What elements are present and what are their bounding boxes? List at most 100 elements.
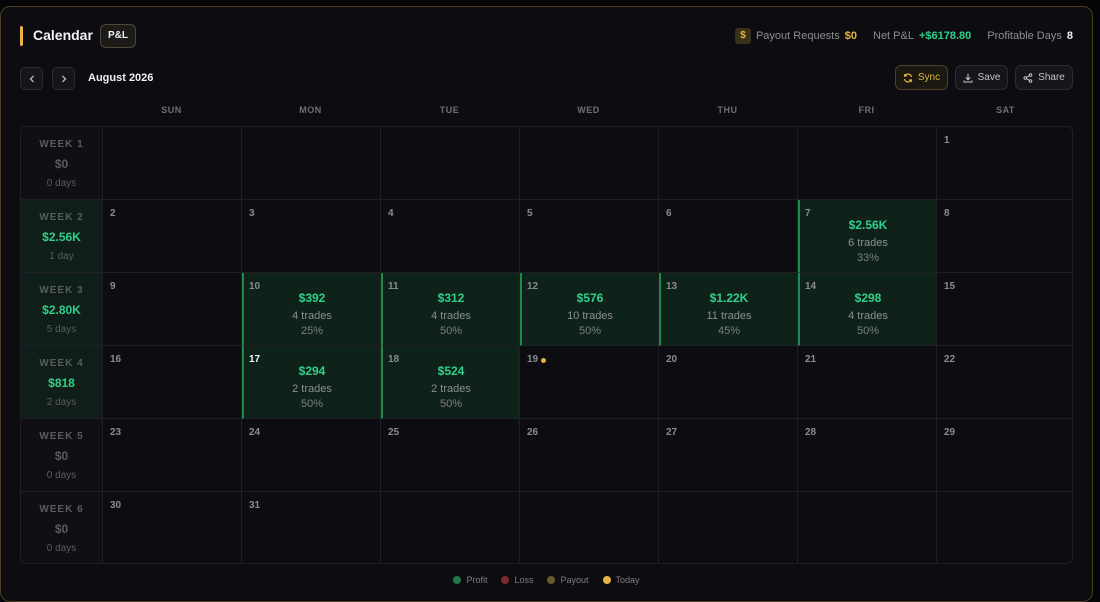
calendar-panel: Calendar P&L $ Payout Requests $0 Net P&… — [0, 6, 1093, 602]
week-summary-4[interactable]: WEEK 4 $818 2 days — [21, 346, 103, 419]
week-amount: $818 — [48, 376, 75, 390]
week-label: WEEK 5 — [39, 431, 84, 442]
day-number: 23 — [110, 427, 122, 438]
week-summary-1[interactable]: WEEK 1 $0 0 days — [21, 127, 103, 200]
day-cell-31[interactable]: 31 — [242, 492, 381, 563]
sync-button[interactable]: Sync — [895, 65, 948, 90]
legend-item-loss: Loss — [501, 575, 533, 585]
legend-label: Loss — [514, 575, 534, 585]
day-cell-25[interactable]: 25 — [381, 419, 520, 492]
week-amount: $2.80K — [42, 303, 81, 317]
legend-label: Today — [615, 575, 640, 585]
day-cell-18[interactable]: 18 $524 2 trades 50% — [381, 346, 520, 419]
net-pl-value: +$6178.80 — [918, 30, 972, 42]
week-summary-6[interactable]: WEEK 6 $0 0 days — [21, 492, 103, 563]
day-cell-27[interactable]: 27 — [659, 419, 798, 492]
day-cell-2[interactable]: 2 — [103, 200, 242, 273]
day-trade-count: 2 trades — [431, 383, 471, 395]
day-trade-count: 4 trades — [292, 310, 332, 322]
day-cell-22[interactable]: 22 — [937, 346, 1072, 419]
day-pnl-amount: $392 — [298, 291, 326, 305]
day-number: 1 — [944, 135, 950, 146]
day-cell-30[interactable]: 30 — [103, 492, 242, 563]
week-label: WEEK 4 — [39, 358, 84, 369]
day-pnl-amount: $2.56K — [848, 218, 888, 232]
calendar-grid: WEEK 1 $0 0 days WEEK 2 $2.56K 1 day WEEK 3 $2.… — [20, 126, 1073, 564]
empty-day-cell — [381, 492, 520, 563]
day-number: 21 — [805, 354, 817, 365]
day-pnl-amount: $294 — [298, 364, 326, 378]
legend-item-profit: Profit — [453, 575, 487, 585]
day-cell-24[interactable]: 24 — [242, 419, 381, 492]
day-cell-7[interactable]: 7 $2.56K 6 trades 33% — [798, 200, 937, 273]
day-win-rate: 50% — [856, 325, 880, 337]
day-trade-count: 6 trades — [848, 237, 888, 249]
legend-label: Payout — [560, 575, 589, 585]
day-cell-12[interactable]: 12 $576 10 trades 50% — [520, 273, 659, 346]
legend-item-today: Today — [602, 575, 640, 585]
today-indicator-dot — [541, 358, 546, 363]
legend-swatch — [547, 576, 556, 584]
day-cell-8[interactable]: 8 — [937, 200, 1072, 273]
day-cell-15[interactable]: 15 — [937, 273, 1072, 346]
week-amount: $2.56K — [42, 230, 81, 244]
day-cell-17[interactable]: 17 $294 2 trades 50% — [242, 346, 381, 419]
day-cell-11[interactable]: 11 $312 4 trades 50% — [381, 273, 520, 346]
day-name-fri: FRI — [858, 105, 875, 115]
week-days-count: 5 days — [46, 324, 77, 335]
day-cell-4[interactable]: 4 — [381, 200, 520, 273]
day-win-rate: 50% — [300, 398, 324, 410]
day-cell-1[interactable]: 1 — [937, 127, 1072, 200]
profitable-days-label: Profitable Days — [987, 30, 1062, 42]
pl-mode-button[interactable]: P&L — [100, 24, 136, 48]
next-month-button[interactable] — [52, 67, 75, 90]
chevron-right-icon — [61, 75, 66, 83]
prev-month-button[interactable] — [20, 67, 43, 90]
share-button[interactable]: Share — [1015, 65, 1073, 90]
day-cell-28[interactable]: 28 — [798, 419, 937, 492]
day-cell-3[interactable]: 3 — [242, 200, 381, 273]
day-cell-26[interactable]: 26 — [520, 419, 659, 492]
day-cell-14[interactable]: 14 $298 4 trades 50% — [798, 273, 937, 346]
title-accent-bar — [20, 26, 23, 46]
day-name-mon: MON — [299, 105, 322, 115]
save-label: Save — [977, 72, 1001, 83]
day-cell-23[interactable]: 23 — [103, 419, 242, 492]
empty-day-cell — [520, 492, 659, 563]
day-cell-16[interactable]: 16 — [103, 346, 242, 419]
week-summary-3[interactable]: WEEK 3 $2.80K 5 days — [21, 273, 103, 346]
day-cell-6[interactable]: 6 — [659, 200, 798, 273]
legend-swatch — [602, 576, 611, 584]
day-pnl-amount: $298 — [854, 291, 882, 305]
day-number: 5 — [527, 208, 533, 219]
day-number: 8 — [944, 208, 950, 219]
day-cell-20[interactable]: 20 — [659, 346, 798, 419]
day-cell-5[interactable]: 5 — [520, 200, 659, 273]
download-icon — [963, 73, 973, 83]
empty-day-cell — [659, 492, 798, 563]
share-icon — [1023, 72, 1033, 83]
current-month-label: August 2026 — [88, 72, 154, 84]
day-number: 29 — [944, 427, 956, 438]
save-button[interactable]: Save — [955, 65, 1008, 90]
payout-label: Payout Requests — [755, 30, 840, 42]
day-cell-9[interactable]: 9 — [103, 273, 242, 346]
day-trade-count: 2 trades — [292, 383, 332, 395]
day-cell-10[interactable]: 10 $392 4 trades 25% — [242, 273, 381, 346]
dollar-icon: $ — [734, 28, 751, 44]
profitable-days-value: 8 — [1066, 30, 1073, 42]
day-cell-19[interactable]: 19 — [520, 346, 659, 419]
calendar-header: Calendar P&L $ Payout Requests $0 Net P&… — [1, 7, 1092, 63]
empty-day-cell — [242, 127, 381, 200]
week-summary-2[interactable]: WEEK 2 $2.56K 1 day — [21, 200, 103, 273]
day-number: 2 — [110, 208, 116, 219]
day-cell-21[interactable]: 21 — [798, 346, 937, 419]
week-summary-5[interactable]: WEEK 5 $0 0 days — [21, 419, 103, 492]
week-days-count: 1 day — [49, 251, 74, 262]
day-cell-29[interactable]: 29 — [937, 419, 1072, 492]
day-number: 19 — [527, 354, 539, 365]
day-cell-13[interactable]: 13 $1.22K 11 trades 45% — [659, 273, 798, 346]
empty-day-cell — [520, 127, 659, 200]
sync-label: Sync — [917, 72, 941, 83]
day-name-tue: TUE — [439, 105, 460, 115]
